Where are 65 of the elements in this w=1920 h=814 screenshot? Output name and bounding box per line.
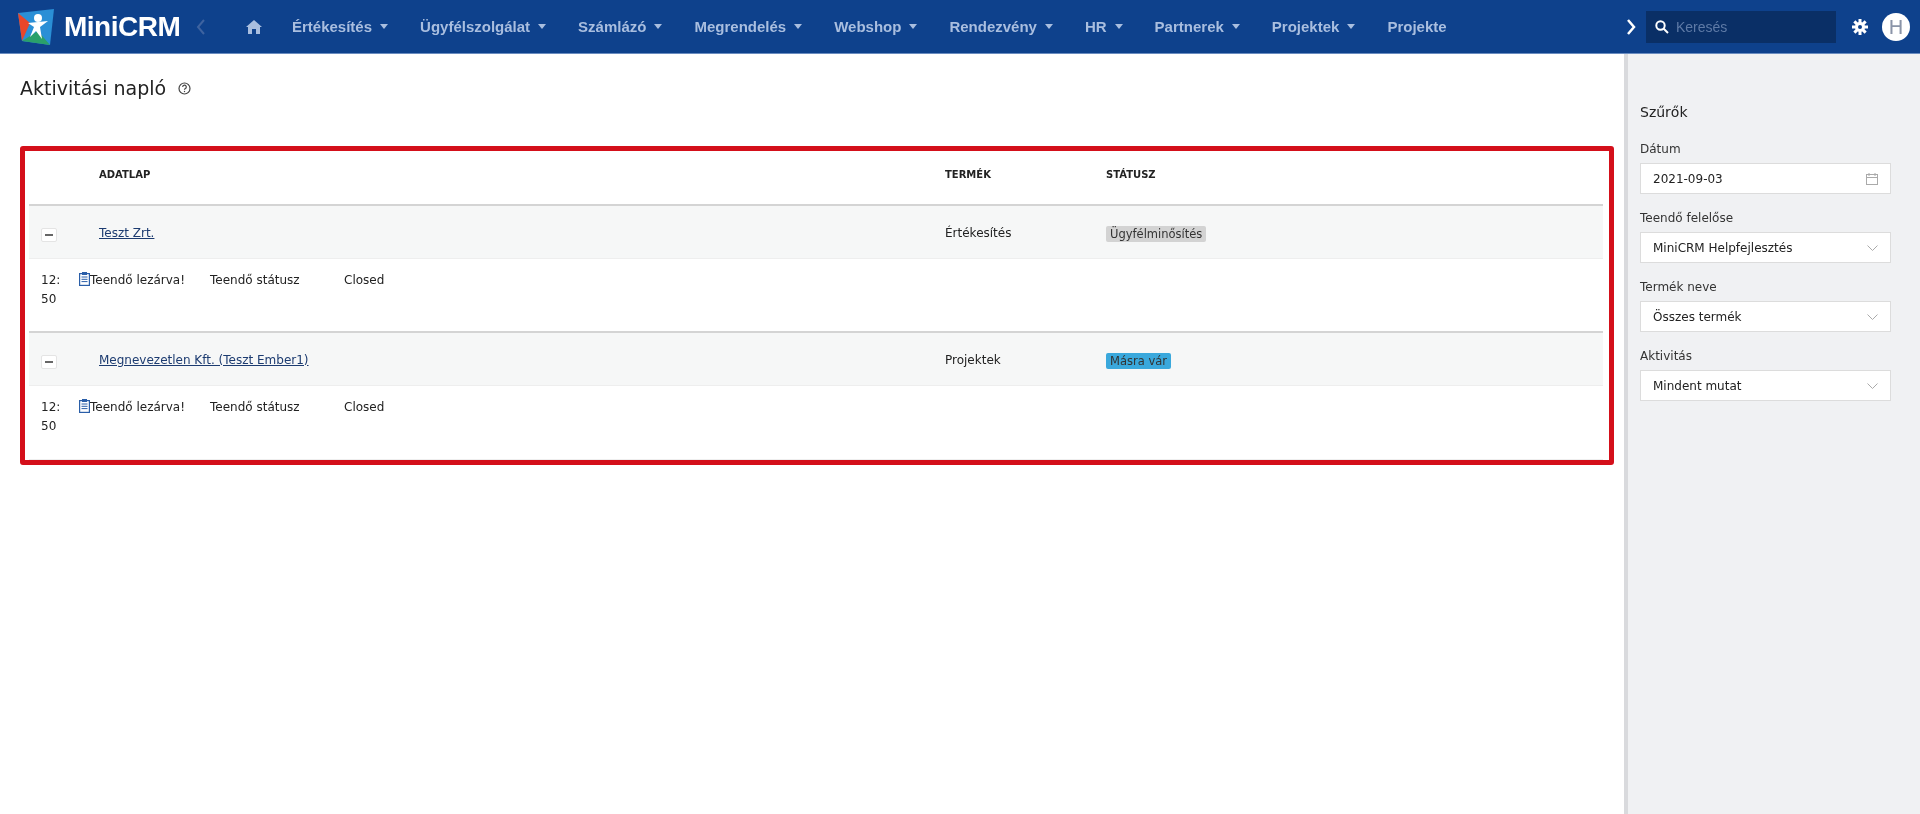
clipboard-icon <box>79 272 90 286</box>
menu-item[interactable]: Ügyfélszolgálat <box>404 18 563 35</box>
caret-icon <box>1114 24 1123 29</box>
menu-item[interactable]: HR <box>1068 18 1139 35</box>
home-icon[interactable] <box>246 19 262 34</box>
caret-icon <box>380 24 389 29</box>
chevron-down-icon <box>1867 313 1878 320</box>
menu-item[interactable]: Projekte <box>1371 18 1463 35</box>
activity-text: Teendő lezárva! <box>90 273 186 287</box>
filter-title: Szűrők <box>1640 104 1689 120</box>
date-field[interactable]: 2021-09-03 <box>1640 163 1891 194</box>
status-tag: Másra vár <box>1106 353 1171 369</box>
menu-item[interactable]: Számlázó <box>562 18 679 35</box>
column-header: ADATLAP <box>99 168 152 180</box>
minus-icon <box>45 358 53 366</box>
search-icon <box>1655 19 1669 34</box>
menu-item[interactable]: Megrendelés <box>678 18 819 35</box>
field-label: Teendő felelőse <box>1640 211 1735 225</box>
menu-item[interactable]: Webshop <box>818 18 934 35</box>
field-label: Dátum <box>1640 142 1682 156</box>
page-title: Aktivitási napló <box>20 77 167 99</box>
settings-icon[interactable] <box>1852 18 1868 35</box>
field-value: Closed <box>344 273 385 287</box>
field-name: Teendő státusz <box>210 400 301 414</box>
clipboard-icon <box>79 399 90 413</box>
collapse-button[interactable] <box>41 355 57 369</box>
collapse-button[interactable] <box>41 228 57 242</box>
product-cell-text: Projektek <box>945 352 1002 367</box>
help-icon[interactable] <box>178 81 192 95</box>
record-link[interactable]: Teszt Zrt. <box>99 226 155 240</box>
select-field[interactable]: Összes termék <box>1640 301 1891 332</box>
column-header: STÁTUSZ <box>1106 167 1157 180</box>
caret-icon <box>1231 24 1240 29</box>
caret-icon <box>538 24 547 29</box>
chevron-down-icon <box>1867 382 1878 389</box>
chevron-down-icon <box>1867 244 1878 251</box>
caret-icon <box>909 24 918 29</box>
select-field[interactable]: MiniCRM Helpfejlesztés <box>1640 232 1891 263</box>
calendar-icon <box>1866 172 1878 185</box>
time-cell-text: 12:50 <box>41 399 62 435</box>
product-cell-text: Értékesítés <box>945 224 1013 240</box>
caret-icon <box>1347 24 1356 29</box>
search-field[interactable]: Keresés <box>1646 10 1836 43</box>
forward-chevron-icon[interactable] <box>1626 18 1636 35</box>
menu-item[interactable]: Projektek <box>1255 18 1372 35</box>
caret-icon <box>794 24 803 29</box>
menu-item[interactable]: Partnerek <box>1138 18 1256 35</box>
logo-icon <box>16 8 56 45</box>
record-link[interactable]: Megnevezetlen Kft. (Teszt Ember1) <box>99 353 309 367</box>
field-name: Teendő státusz <box>210 273 301 287</box>
minus-icon <box>45 231 53 239</box>
brand-name: MiniCRM <box>64 10 181 43</box>
field-label: Termék neve <box>1640 280 1718 294</box>
field-value: Closed <box>344 400 385 414</box>
field-label: Aktivitás <box>1640 349 1693 363</box>
menu-item[interactable]: Rendezvény <box>933 18 1069 35</box>
menu-item[interactable]: Értékesítés <box>276 18 405 35</box>
user-avatar[interactable]: H <box>1882 12 1910 41</box>
activity-text: Teendő lezárva! <box>90 400 186 414</box>
caret-icon <box>1044 24 1053 29</box>
status-tag: Ügyfélminősítés <box>1106 226 1207 242</box>
select-field[interactable]: Mindent mutat <box>1640 370 1891 401</box>
caret-icon <box>654 24 663 29</box>
time-cell-text: 12:50 <box>41 272 62 308</box>
column-header: TERMÉK <box>945 167 992 180</box>
